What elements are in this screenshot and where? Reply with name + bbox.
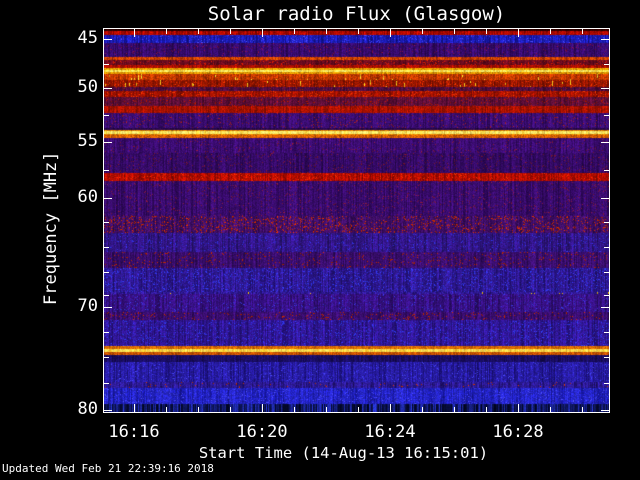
axis-tick bbox=[230, 407, 231, 412]
axis-tick bbox=[198, 29, 199, 34]
axis-tick bbox=[550, 29, 551, 34]
axis-tick bbox=[104, 222, 109, 223]
spectrogram-canvas bbox=[104, 29, 609, 412]
axis-tick bbox=[390, 29, 391, 37]
axis-tick bbox=[604, 222, 609, 223]
axis-tick bbox=[104, 198, 112, 199]
axis-tick bbox=[294, 29, 295, 34]
axis-tick bbox=[262, 404, 263, 412]
y-tick-label: 60 bbox=[77, 187, 98, 207]
axis-tick bbox=[518, 29, 519, 37]
chart-title: Solar radio Flux (Glasgow) bbox=[207, 3, 506, 25]
y-axis-title: Frequency [MHz] bbox=[41, 151, 61, 305]
axis-tick bbox=[601, 88, 609, 89]
axis-tick bbox=[390, 404, 391, 412]
axis-tick bbox=[262, 29, 263, 37]
updated-timestamp: Updated Wed Feb 21 22:39:16 2018 bbox=[2, 462, 214, 475]
axis-tick bbox=[104, 332, 109, 333]
axis-tick bbox=[601, 39, 609, 40]
axis-tick bbox=[604, 170, 609, 171]
axis-tick bbox=[422, 29, 423, 34]
axis-tick bbox=[134, 404, 135, 412]
axis-tick bbox=[104, 307, 112, 308]
axis-tick bbox=[104, 64, 109, 65]
axis-tick bbox=[104, 410, 112, 411]
axis-tick bbox=[604, 247, 609, 248]
axis-tick bbox=[104, 39, 112, 40]
axis-tick bbox=[604, 383, 609, 384]
axis-tick bbox=[134, 29, 135, 37]
axis-tick bbox=[198, 407, 199, 412]
axis-tick bbox=[604, 357, 609, 358]
axis-tick bbox=[604, 295, 609, 296]
axis-tick bbox=[454, 29, 455, 34]
axis-tick bbox=[326, 29, 327, 34]
axis-tick bbox=[582, 407, 583, 412]
y-tick-label: 50 bbox=[77, 77, 98, 97]
axis-tick bbox=[104, 295, 109, 296]
x-tick-label: 16:20 bbox=[236, 422, 288, 442]
axis-tick bbox=[358, 407, 359, 412]
axis-tick bbox=[601, 198, 609, 199]
axis-tick bbox=[601, 142, 609, 143]
axis-tick bbox=[104, 357, 109, 358]
axis-tick bbox=[104, 142, 112, 143]
x-tick-label: 16:28 bbox=[492, 422, 544, 442]
axis-tick bbox=[104, 115, 109, 116]
axis-tick bbox=[166, 407, 167, 412]
x-tick-label: 16:16 bbox=[108, 422, 160, 442]
axis-tick bbox=[326, 407, 327, 412]
axis-tick bbox=[454, 407, 455, 412]
axis-tick bbox=[604, 332, 609, 333]
axis-tick bbox=[601, 307, 609, 308]
x-tick-label: 16:24 bbox=[364, 422, 416, 442]
axis-tick bbox=[358, 29, 359, 34]
axis-tick bbox=[486, 407, 487, 412]
axis-tick bbox=[104, 272, 109, 273]
axis-tick bbox=[604, 115, 609, 116]
y-tick-label: 80 bbox=[77, 399, 98, 419]
axis-tick bbox=[104, 247, 109, 248]
x-axis-title: Start Time (14-Aug-13 16:15:01) bbox=[198, 444, 489, 462]
y-tick-label: 55 bbox=[77, 131, 98, 151]
axis-tick bbox=[486, 29, 487, 34]
axis-tick bbox=[550, 407, 551, 412]
axis-tick bbox=[582, 29, 583, 34]
axis-tick bbox=[604, 64, 609, 65]
axis-tick bbox=[294, 407, 295, 412]
axis-tick bbox=[604, 272, 609, 273]
axis-tick bbox=[601, 410, 609, 411]
y-tick-label: 70 bbox=[77, 296, 98, 316]
axis-tick bbox=[230, 29, 231, 34]
axis-tick bbox=[104, 170, 109, 171]
axis-tick bbox=[104, 383, 109, 384]
axis-tick bbox=[104, 88, 112, 89]
axis-tick bbox=[166, 29, 167, 34]
axis-tick bbox=[518, 404, 519, 412]
axis-tick bbox=[422, 407, 423, 412]
y-tick-label: 45 bbox=[77, 28, 98, 48]
